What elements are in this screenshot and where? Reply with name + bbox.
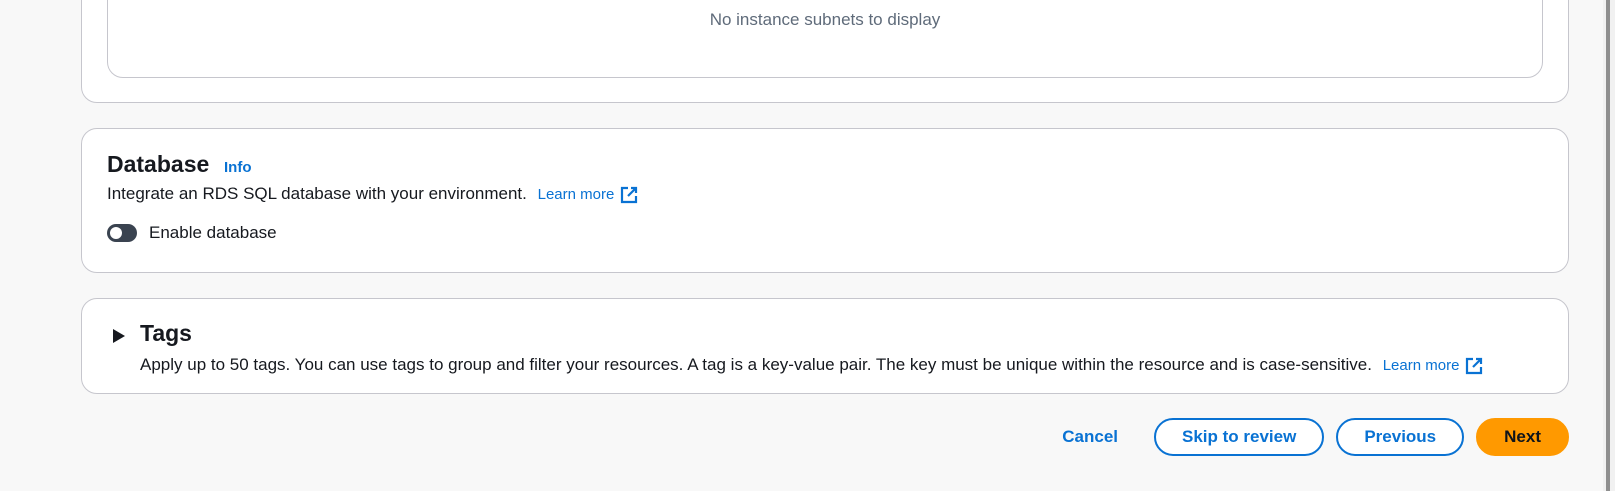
database-learn-more-label: Learn more [537, 186, 615, 203]
external-link-icon [1466, 357, 1483, 374]
tags-learn-more-label: Learn more [1382, 357, 1460, 374]
skip-to-review-button[interactable]: Skip to review [1154, 418, 1325, 456]
instance-subnets-panel: No instance subnets to display [81, 0, 1569, 103]
empty-subnets-message: No instance subnets to display [709, 10, 941, 29]
database-description-text: Integrate an RDS SQL database with your … [107, 184, 527, 203]
caret-right-icon[interactable] [113, 329, 125, 343]
page-scrollbar[interactable] [1603, 0, 1615, 491]
next-button[interactable]: Next [1476, 418, 1569, 456]
enable-database-label: Enable database [149, 223, 277, 242]
database-panel: Database Info Integrate an RDS SQL datab… [81, 128, 1569, 273]
tags-description-text: Apply up to 50 tags. You can use tags to… [140, 355, 1372, 374]
tags-description: Apply up to 50 tags. You can use tags to… [140, 355, 1483, 375]
enable-database-row: Enable database [107, 223, 277, 243]
database-learn-more-link[interactable]: Learn more [538, 186, 639, 204]
instance-subnets-table: No instance subnets to display [107, 0, 1543, 78]
database-description: Integrate an RDS SQL database with your … [107, 184, 638, 204]
database-info-link[interactable]: Info [224, 159, 252, 176]
database-title: Database [107, 151, 210, 177]
wizard-actions: Cancel Skip to review Previous Next [1038, 418, 1569, 456]
previous-button[interactable]: Previous [1336, 418, 1465, 456]
enable-database-toggle[interactable] [107, 224, 137, 242]
external-link-icon [621, 186, 638, 203]
tags-title[interactable]: Tags [140, 320, 192, 347]
cancel-button[interactable]: Cancel [1038, 418, 1142, 456]
tags-panel: Tags Apply up to 50 tags. You can use ta… [81, 298, 1569, 394]
tags-learn-more-link[interactable]: Learn more [1383, 357, 1484, 375]
